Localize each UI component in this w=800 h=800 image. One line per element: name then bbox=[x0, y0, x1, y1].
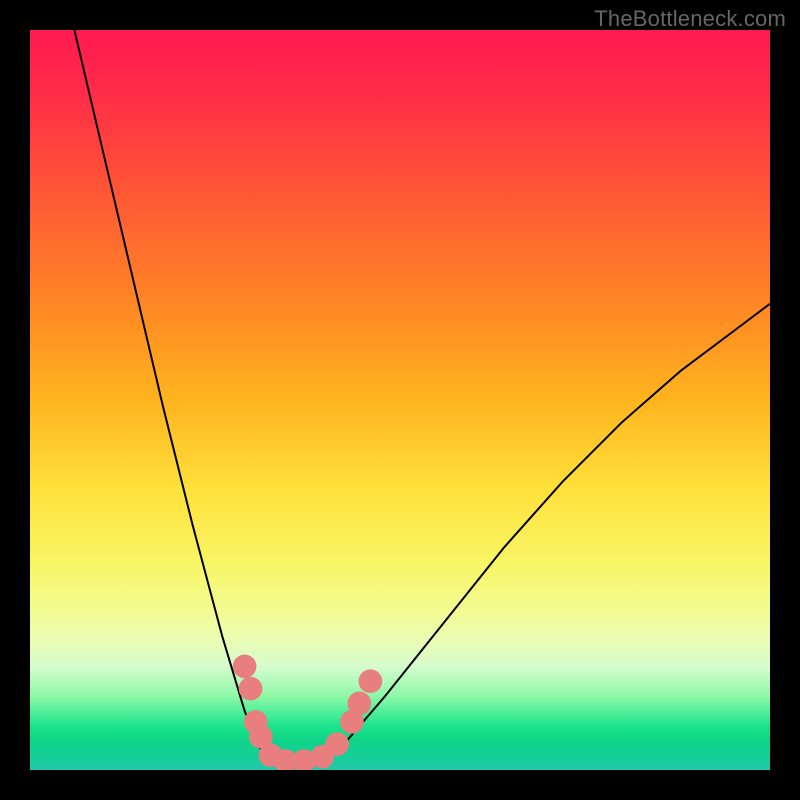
right-dot-4 bbox=[359, 669, 383, 693]
curve-layer bbox=[30, 30, 770, 770]
bottleneck-curve-right bbox=[341, 304, 770, 748]
plot-area bbox=[30, 30, 770, 770]
left-dot-1 bbox=[233, 655, 257, 679]
chart-frame: TheBottleneck.com bbox=[0, 0, 800, 800]
bottleneck-curve bbox=[74, 30, 770, 763]
right-dot-1 bbox=[325, 732, 349, 756]
marker-group bbox=[233, 655, 382, 770]
bottleneck-curve-left bbox=[74, 30, 259, 748]
left-dot-2 bbox=[239, 677, 263, 701]
right-dot-3 bbox=[347, 692, 371, 716]
watermark-text: TheBottleneck.com bbox=[594, 6, 786, 32]
